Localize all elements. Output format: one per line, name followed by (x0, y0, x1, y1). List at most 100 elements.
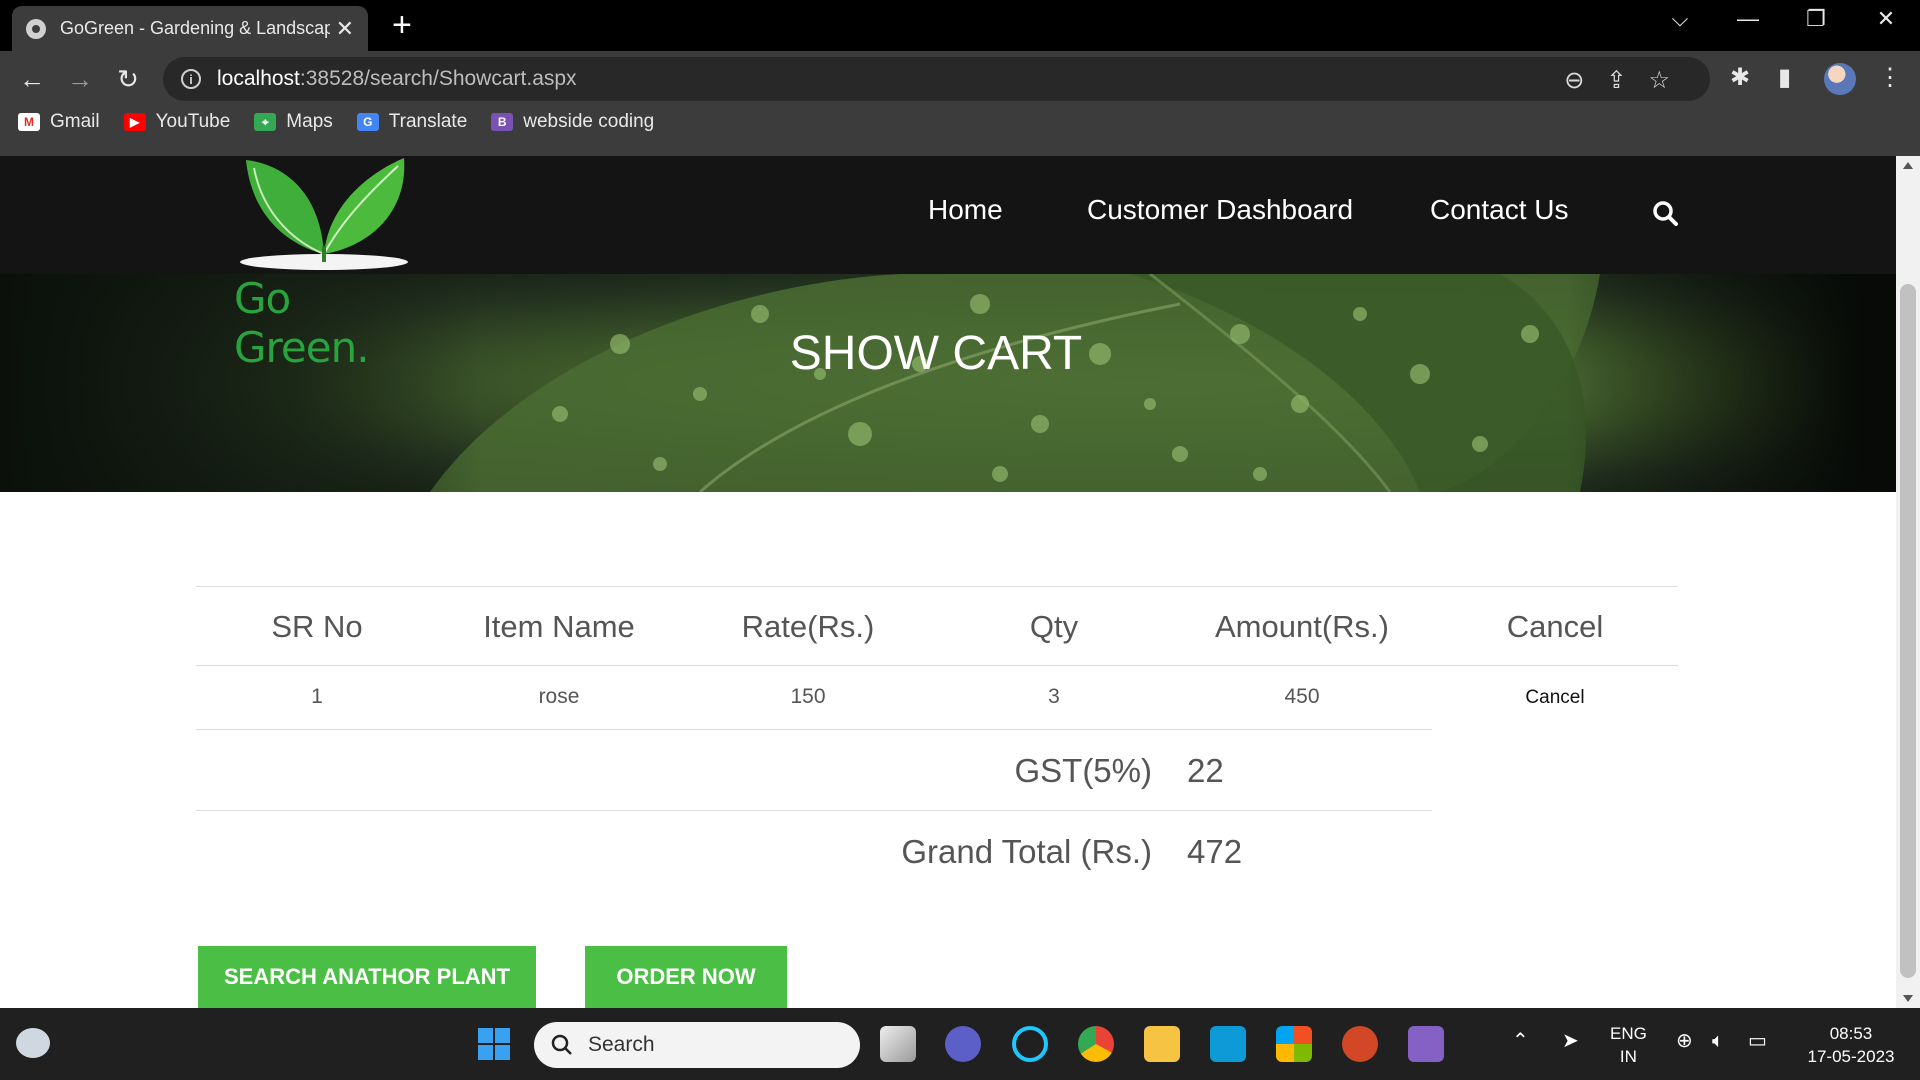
bookmark-webside-coding[interactable]: B webside coding (491, 111, 654, 133)
visual-studio-icon[interactable] (1408, 1026, 1444, 1062)
page-scrollbar[interactable] (1896, 156, 1920, 1008)
page-viewport: Home Customer Dashboard Contact Us Go Gr… (0, 156, 1896, 1008)
bookmark-label: webside coding (523, 111, 655, 132)
minimize-icon[interactable]: — (1728, 6, 1768, 32)
tab-search-chevron-icon[interactable]: ⌵ (1660, 6, 1700, 32)
chrome-menu-icon[interactable]: ⋮ (1878, 63, 1902, 92)
hero-shadow-right (1566, 274, 1896, 492)
maps-icon: ⌖ (254, 113, 277, 131)
bookmarks-bar: M Gmail ▶ YouTube ⌖ Maps G Translate B w… (18, 111, 654, 133)
logo-text: Go Green. (234, 274, 370, 372)
cell-sr-no: 1 (311, 685, 323, 708)
translate-icon: G (356, 113, 379, 131)
region-code: IN (1619, 1047, 1637, 1066)
powerpoint-icon[interactable] (1342, 1026, 1378, 1062)
nav-customer-dashboard[interactable]: Customer Dashboard (1087, 194, 1353, 226)
show-hidden-icons-chevron[interactable]: ⌃ (1512, 1030, 1529, 1053)
address-bar[interactable]: i localhost:38528/search/Showcart.aspx ⊖… (163, 57, 1710, 101)
nav-contact-us[interactable]: Contact Us (1430, 194, 1569, 226)
bookmark-star-icon[interactable]: ☆ (1648, 66, 1670, 95)
grand-total-row: Grand Total (Rs.) 472 (196, 811, 1432, 892)
scroll-thumb[interactable] (1900, 284, 1916, 978)
leaf-logo-icon (240, 158, 408, 270)
bootstrap-icon: B (491, 113, 514, 131)
browser-toolbar: ← → ↻ i localhost:38528/search/Showcart.… (0, 51, 1920, 156)
gst-row: GST(5%) 22 (196, 730, 1432, 811)
side-panel-icon[interactable]: ▮ (1778, 63, 1791, 92)
search-icon[interactable] (1652, 200, 1678, 226)
clock-date: 17-05-2023 (1807, 1047, 1895, 1066)
bookmark-label: Maps (286, 111, 333, 132)
column-header-cancel: Cancel (1506, 609, 1604, 644)
clock[interactable]: 08:53 17-05-2023 (1796, 1022, 1906, 1068)
bookmark-maps[interactable]: ⌖ Maps (254, 111, 333, 133)
bookmark-translate[interactable]: G Translate (356, 111, 468, 133)
bookmark-youtube[interactable]: ▶ YouTube (123, 111, 231, 133)
file-explorer-icon[interactable] (1144, 1026, 1180, 1062)
network-icon[interactable]: ⊕ (1676, 1030, 1693, 1053)
url-host: localhost (217, 67, 300, 90)
chat-icon[interactable] (945, 1026, 981, 1062)
bookmark-label: Translate (388, 111, 468, 132)
scroll-up-arrow-icon[interactable] (1903, 162, 1913, 169)
battery-icon[interactable]: ▭ (1748, 1030, 1767, 1053)
table-row: 1 rose 150 3 450 Cancel (196, 666, 1678, 731)
youtube-icon: ▶ (123, 113, 146, 131)
task-view-icon[interactable] (880, 1026, 916, 1062)
browser-tab[interactable]: GoGreen - Gardening & Landscaping ✕ (12, 6, 368, 51)
globe-icon (26, 18, 46, 39)
location-icon[interactable]: ➤ (1562, 1030, 1579, 1053)
search-another-plant-button[interactable]: SEARCH ANATHOR PLANT (198, 946, 536, 1008)
go-green-logo[interactable]: Go Green. (232, 156, 422, 372)
window-close-icon[interactable]: ✕ (1866, 6, 1906, 32)
clock-time: 08:53 (1829, 1024, 1873, 1043)
cancel-item-button[interactable]: Cancel (1432, 687, 1678, 709)
search-icon (551, 1034, 572, 1055)
row-divider-mask (1432, 729, 1678, 731)
restore-icon[interactable]: ❐ (1796, 6, 1836, 32)
myhp-icon[interactable] (1210, 1026, 1246, 1062)
language-code: ENG (1610, 1024, 1647, 1043)
browser-tab-strip: GoGreen - Gardening & Landscaping ✕ + ⌵ … (0, 0, 1920, 51)
taskbar-search[interactable]: Search (534, 1022, 860, 1068)
reload-icon[interactable]: ↻ (110, 64, 146, 95)
order-now-button[interactable]: ORDER NOW (585, 946, 787, 1008)
windows-taskbar: Search ⌃ ➤ ENG IN ⊕ 🔈︎ ▭ 08:53 17-05-202… (0, 1008, 1920, 1080)
grand-total-value: 472 (1187, 833, 1243, 870)
cell-rate: 150 (790, 685, 826, 708)
new-tab-button[interactable]: + (392, 8, 412, 42)
language-indicator[interactable]: ENG IN (1610, 1022, 1647, 1068)
back-arrow-icon[interactable]: ← (14, 64, 50, 95)
share-icon[interactable]: ⇪ (1606, 66, 1626, 95)
tab-title: GoGreen - Gardening & Landscaping (60, 18, 330, 38)
microsoft-store-icon[interactable] (1276, 1026, 1312, 1062)
scroll-down-arrow-icon[interactable] (1903, 995, 1913, 1002)
weather-icon[interactable] (16, 1028, 50, 1058)
column-header-amount: Amount(Rs.) (1215, 609, 1389, 644)
cell-qty: 3 (1048, 685, 1060, 708)
site-info-icon[interactable]: i (181, 69, 201, 89)
forward-arrow-icon[interactable]: → (62, 64, 98, 95)
cell-item-name: rose (538, 685, 580, 708)
cortana-icon[interactable] (1012, 1026, 1048, 1062)
column-header-item-name: Item Name (483, 609, 635, 644)
bookmark-gmail[interactable]: M Gmail (18, 111, 100, 133)
zoom-icon[interactable]: ⊖ (1564, 66, 1584, 95)
chrome-icon[interactable] (1078, 1026, 1114, 1062)
gmail-icon: M (18, 113, 40, 131)
windows-start-icon[interactable] (476, 1026, 512, 1062)
tab-close-icon[interactable]: ✕ (336, 16, 354, 42)
volume-icon[interactable]: 🔈︎ (1712, 1030, 1724, 1053)
grand-total-label: Grand Total (Rs.) (901, 833, 1152, 870)
column-header-rate: Rate(Rs.) (741, 609, 875, 644)
table-header-row: SR No Item Name Rate(Rs.) Qty Amount(Rs.… (196, 586, 1678, 666)
nav-home[interactable]: Home (928, 194, 1003, 226)
cell-amount: 450 (1284, 685, 1320, 708)
extensions-icon[interactable]: ✱ (1730, 63, 1750, 92)
gst-label: GST(5%) (1014, 752, 1152, 789)
gst-value: 22 (1187, 752, 1224, 789)
column-header-qty: Qty (1029, 609, 1079, 644)
bookmark-label: YouTube (155, 111, 231, 132)
profile-avatar[interactable] (1824, 63, 1856, 95)
bookmark-label: Gmail (50, 111, 100, 132)
